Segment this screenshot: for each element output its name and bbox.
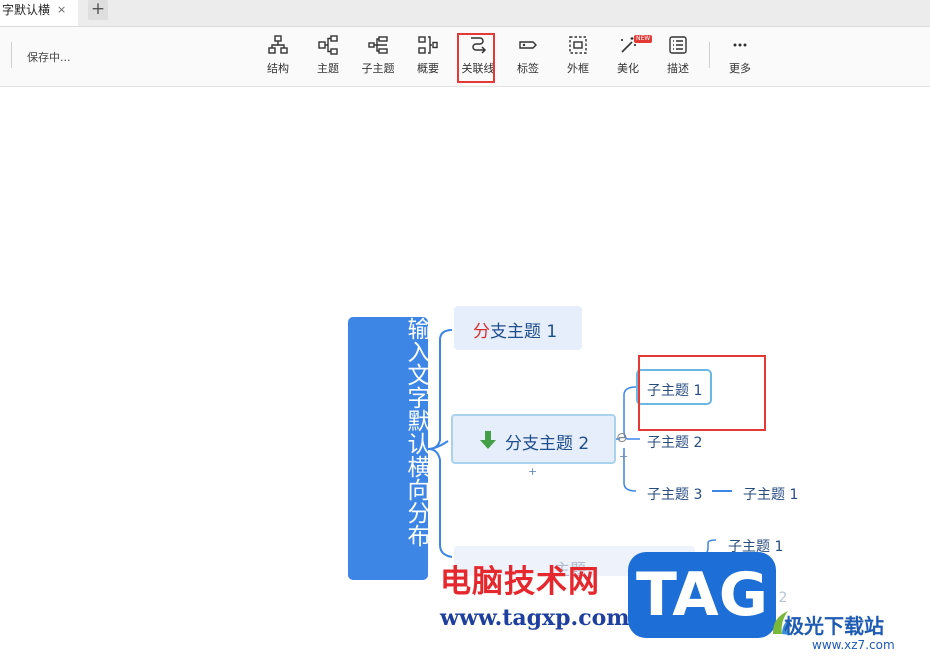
watermark-tag-logo: TAG — [628, 552, 776, 638]
watermark-cn: 电脑技术网 — [440, 564, 600, 600]
subtopic-highlight — [638, 355, 766, 431]
subtopic-3[interactable]: 子主题 3 — [647, 484, 702, 504]
collapse-icon[interactable]: ⊖ — [616, 430, 628, 446]
branch-topic-1-rest: 支主题 1 — [490, 322, 558, 342]
watermark-site-url: www.xz7.com — [812, 638, 895, 652]
branch-topic-2-label: 分支主题 2 — [505, 434, 590, 454]
central-topic[interactable]: 输入文字默认横向分布 — [348, 317, 429, 580]
branch-topic-1[interactable]: 分支主题 1 — [454, 306, 582, 350]
down-arrow-icon — [480, 431, 496, 449]
branch-topic-1-label: 分支主题 1 — [473, 317, 557, 342]
watermark-site-cn: 极光下载站 — [784, 614, 884, 638]
branch-topic-2[interactable]: 分支主题 2 — [451, 414, 616, 464]
subtopic-3-child[interactable]: 子主题 1 — [743, 484, 798, 504]
watermark-url: www.tagxp.com — [440, 605, 630, 631]
subtopic-2[interactable]: 子主题 2 — [647, 432, 702, 452]
central-topic-wrap: 输入文字默认横向分布 — [348, 317, 429, 580]
expand-plus-button[interactable]: + — [619, 450, 628, 463]
central-topic-text: 输入文字默认横向分布 — [403, 317, 429, 547]
branch-topic-1-prefix: 分 — [473, 322, 490, 342]
add-topic-button[interactable]: + — [528, 465, 537, 478]
